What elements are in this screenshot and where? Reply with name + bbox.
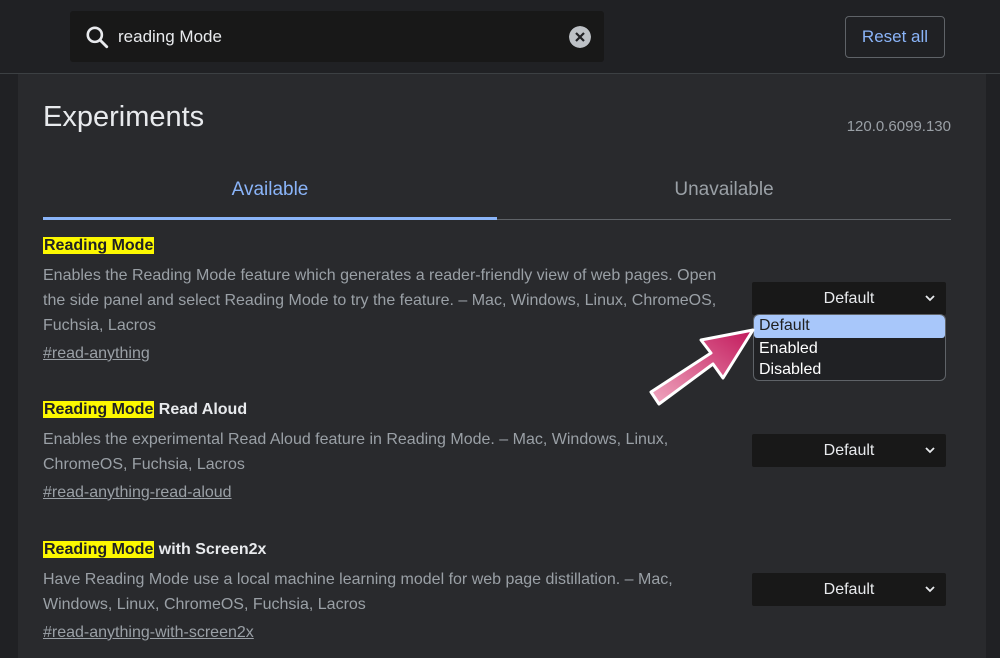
select-value: Default — [823, 290, 875, 307]
tab-available[interactable]: Available — [43, 166, 497, 220]
select-value: Default — [823, 442, 875, 459]
search-highlight: Reading Mode — [43, 541, 155, 558]
search-input[interactable]: reading Mode — [118, 11, 222, 62]
chevron-down-icon — [925, 586, 935, 593]
select-value: Default — [823, 581, 875, 598]
experiment-title: Reading Mode — [43, 235, 723, 257]
search-highlight: Reading Mode — [43, 237, 155, 254]
experiment-reading-mode-read-aloud: Reading Mode Read Aloud Enables the expe… — [43, 399, 723, 505]
experiment-description: Have Reading Mode use a local machine le… — [43, 571, 673, 613]
chevron-down-icon — [925, 447, 935, 454]
dropdown-option-disabled[interactable]: Disabled — [754, 359, 945, 380]
experiment-title: Reading Mode Read Aloud — [43, 399, 723, 421]
version-label: 120.0.6099.130 — [846, 118, 951, 135]
chevron-down-icon — [925, 295, 935, 302]
experiment-title: Reading Mode with Screen2x — [43, 539, 723, 561]
search-highlight: Reading Mode — [43, 401, 155, 418]
dropdown-option-default[interactable]: Default — [754, 315, 945, 338]
experiment-select[interactable]: Default — [752, 282, 946, 315]
experiment-select[interactable]: Default — [752, 573, 946, 606]
experiment-title-rest: with Screen2x — [154, 541, 267, 558]
experiment-reading-mode-screen2x: Reading Mode with Screen2x Have Reading … — [43, 539, 723, 645]
experiment-link[interactable]: #read-anything — [43, 341, 150, 366]
experiment-select[interactable]: Default — [752, 434, 946, 467]
tab-bar: Available Unavailable — [43, 166, 951, 220]
search-box[interactable]: reading Mode — [70, 11, 604, 62]
experiment-reading-mode: Reading Mode Enables the Reading Mode fe… — [43, 235, 723, 366]
page-title: Experiments — [43, 101, 205, 133]
reset-all-button[interactable]: Reset all — [845, 16, 945, 58]
experiment-description: Enables the experimental Read Aloud feat… — [43, 431, 669, 473]
tab-unavailable[interactable]: Unavailable — [497, 166, 951, 220]
dropdown-option-enabled[interactable]: Enabled — [754, 338, 945, 359]
experiment-description: Enables the Reading Mode feature which g… — [43, 267, 717, 334]
experiment-title-rest: Read Aloud — [154, 401, 248, 418]
experiment-link[interactable]: #read-anything-read-aloud — [43, 480, 232, 505]
clear-icon[interactable] — [569, 26, 591, 48]
experiment-link[interactable]: #read-anything-with-screen2x — [43, 620, 254, 645]
header: reading Mode Reset all — [0, 0, 1000, 74]
select-dropdown-list: Default Enabled Disabled — [753, 314, 946, 381]
search-icon — [86, 26, 109, 49]
